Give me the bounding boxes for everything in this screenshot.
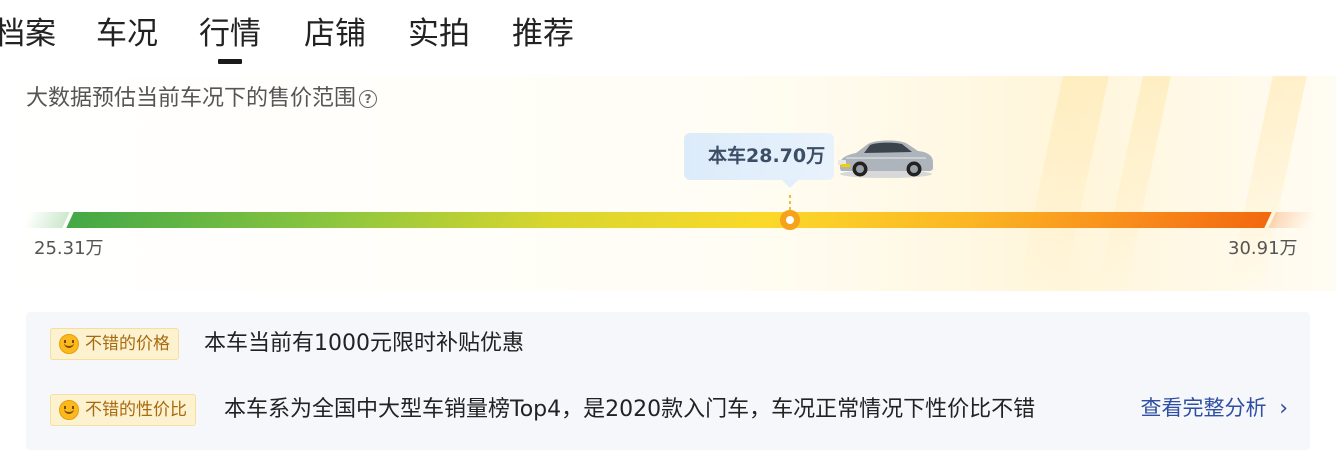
price-gradient-bar <box>66 212 1272 228</box>
analysis-text: 本车系为全国中大型车销量榜Top4，是2020款入门车，车况正常情况下性价比不错 <box>224 397 1036 422</box>
tab-market[interactable]: 行情 <box>199 14 261 64</box>
background-decoration <box>1017 76 1109 291</box>
tab-archive[interactable]: 档案 <box>0 14 56 54</box>
analysis-badge: 不错的性价比 <box>50 394 196 426</box>
bar-fade-right <box>1268 212 1316 228</box>
link-label: 查看完整分析 <box>1140 396 1267 420</box>
analysis-text: 本车当前有1000元限时补贴优惠 <box>204 331 524 356</box>
current-price-marker <box>780 210 800 230</box>
badge-label: 不错的性价比 <box>85 400 187 420</box>
tooltip-arrow <box>782 180 798 188</box>
tab-store[interactable]: 店铺 <box>304 14 366 54</box>
chevron-right-icon: › <box>1279 396 1288 421</box>
analysis-badge: 不错的价格 <box>50 328 179 360</box>
current-price-label: 本车28.70万 <box>708 145 826 167</box>
max-price-label: 30.91万 <box>1228 238 1298 259</box>
tab-bar: 档案 车况 行情 店铺 实拍 推荐 <box>0 0 1336 70</box>
price-range-subtitle: 大数据预估当前车况下的售价范围? <box>26 85 378 113</box>
current-price-connector <box>789 195 791 211</box>
price-range-card: 大数据预估当前车况下的售价范围? <box>0 76 1336 291</box>
price-analysis-box: 不错的价格 本车当前有1000元限时补贴优惠 不错的性价比 本车系为全国中大型车… <box>26 312 1310 450</box>
smile-icon <box>59 400 79 420</box>
tab-recommend[interactable]: 推荐 <box>512 14 574 54</box>
tab-photos[interactable]: 实拍 <box>408 14 470 54</box>
background-decoration <box>1097 76 1171 291</box>
car-image <box>838 140 933 178</box>
bar-fade-left <box>22 212 70 228</box>
view-full-analysis-link[interactable]: 查看完整分析 › <box>1128 392 1288 425</box>
question-circle-icon[interactable]: ? <box>359 90 378 108</box>
subtitle-text: 大数据预估当前车况下的售价范围 <box>26 86 357 111</box>
tab-condition[interactable]: 车况 <box>96 14 158 54</box>
badge-label: 不错的价格 <box>85 334 170 354</box>
min-price-label: 25.31万 <box>34 238 104 259</box>
current-price-tooltip: 本车28.70万 <box>684 133 936 188</box>
price-range-bar <box>22 211 1316 229</box>
smile-icon <box>59 334 79 354</box>
